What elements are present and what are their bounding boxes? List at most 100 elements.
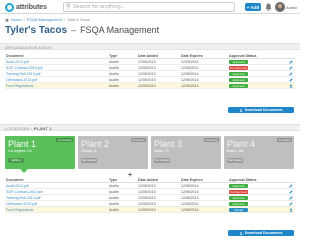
status-badge: Approved: [229, 196, 248, 200]
plant-card-edit-button[interactable]: Not Viewed: [154, 158, 170, 163]
table-row[interactable]: Food Regulations Audits 12/05/2013 12/05/20…: [5, 83, 295, 89]
edit-icon[interactable]: [289, 184, 293, 188]
avatar[interactable]: [275, 2, 285, 12]
logo-text: attributes: [16, 4, 47, 11]
page-title-main: Tyler's Tacos: [5, 25, 68, 36]
upload-icon[interactable]: [289, 84, 293, 89]
document-cell[interactable]: SOP-Contract-2013.pdf: [6, 66, 43, 70]
date-expires-cell: 12/05/2014: [181, 184, 199, 189]
bell-icon[interactable]: [265, 3, 272, 11]
column-header-type[interactable]: Type: [109, 54, 117, 58]
column-header-date-added[interactable]: Date Added: [138, 54, 158, 58]
search-input[interactable]: [73, 3, 233, 11]
plant-card-name: Plant 1: [8, 139, 37, 149]
date-added-cell: 12/05/2013: [138, 78, 156, 83]
home-icon[interactable]: [5, 17, 9, 22]
edit-icon[interactable]: [289, 78, 293, 82]
page: attributes ⚲ + Add Admin Home / FSQA Man…: [0, 0, 300, 242]
search-icon: ⚲: [66, 4, 71, 10]
column-header-approval-status[interactable]: Approval Status: [229, 178, 257, 182]
document-cell[interactable]: Audit-2013.pdf: [6, 184, 29, 188]
date-expires-cell: 12/05/2014: [181, 202, 199, 207]
plant-card-2[interactable]: Plant 2 5 pending Chicago, IL Not Viewed: [78, 136, 148, 169]
locations-header: LOCATIONS › PLANT 1: [0, 124, 300, 131]
selected-card-pointer: [20, 169, 28, 173]
date-expires-cell: 12/05/2014: [181, 208, 199, 213]
organization-docs-table: Document Type Date Added Date Expires Ap…: [5, 53, 295, 89]
edit-icon[interactable]: [289, 190, 293, 194]
type-cell: Audits: [109, 184, 119, 189]
download-documents-button[interactable]: ⇩ Download Documents: [228, 230, 294, 236]
plant-card-name: Plant 3: [154, 139, 183, 149]
type-cell: Audits: [109, 78, 119, 83]
plant-card-1[interactable]: Plant 1 12 pending Los Angeles, CA Editi…: [5, 136, 75, 169]
date-expires-cell: 12/05/2014: [181, 78, 199, 83]
column-header-approval-status[interactable]: Approval Status: [229, 54, 257, 58]
date-expires-cell: 12/05/2014: [181, 84, 199, 89]
document-cell[interactable]: LWHazard-2013.pdf: [6, 78, 37, 82]
breadcrumb-fsqa[interactable]: FSQA Management: [27, 17, 62, 22]
type-cell: Audits: [109, 72, 119, 77]
column-header-date-added[interactable]: Date Added: [138, 178, 158, 182]
download-icon: ⇩: [239, 107, 243, 113]
breadcrumb-separator: /: [23, 17, 25, 22]
user-name[interactable]: Admin: [286, 5, 297, 10]
plant-card-3[interactable]: Plant 3 8 pending Dallas, TX Not Viewed: [151, 136, 221, 169]
breadcrumb: Home / FSQA Management / Tyler's Tacos: [5, 17, 90, 22]
date-expires-cell: 12/05/2014: [181, 196, 199, 201]
status-badge: Upload: [229, 208, 248, 212]
table-body: Audit-2013.pdf Audits 12/05/2013 12/05/2014…: [5, 183, 295, 213]
plant-card-subtitle: Boston, MA: [227, 149, 244, 153]
column-header-document[interactable]: Document: [6, 178, 24, 182]
edit-icon[interactable]: [289, 60, 293, 64]
plant-card-name: Plant 4: [227, 139, 256, 149]
document-cell[interactable]: Audit-2013.pdf: [6, 60, 29, 64]
edit-icon[interactable]: [289, 66, 293, 70]
type-cell: Audits: [109, 208, 119, 213]
plant-docs-table: Document Type Date Added Date Expires Ap…: [5, 177, 295, 213]
document-cell[interactable]: Food Regulations: [6, 208, 33, 212]
breadcrumb-home[interactable]: Home: [11, 17, 22, 22]
document-cell[interactable]: Food Regulations: [6, 84, 33, 88]
plant-card-4[interactable]: Plant 4 4 pending Boston, MA Not Viewed: [224, 136, 294, 169]
organization-docs-header: ORGANIZATION DOCS: [0, 43, 300, 50]
date-added-cell: 12/05/2013: [138, 66, 156, 71]
status-badge: Not Approved: [229, 190, 248, 194]
document-cell[interactable]: LWHazard-2013.pdf: [6, 202, 37, 206]
date-expires-cell: 12/05/2014: [181, 66, 199, 71]
date-expires-cell: 12/05/2014: [181, 72, 199, 77]
add-button[interactable]: + Add: [245, 3, 261, 11]
download-documents-label: Download Documents: [244, 108, 283, 112]
date-expires-cell: 12/05/2014: [181, 190, 199, 195]
edit-icon[interactable]: [289, 202, 293, 206]
document-cell[interactable]: Training-Roll-2013.pdf: [6, 196, 41, 200]
plant-card-edit-button[interactable]: Not Viewed: [81, 158, 97, 163]
column-header-date-expires[interactable]: Date Expires: [181, 54, 203, 58]
table-row[interactable]: Food Regulations Audits 12/05/2013 12/05/20…: [5, 207, 295, 213]
section-label: ORGANIZATION DOCS: [5, 45, 52, 50]
column-header-document[interactable]: Document: [6, 54, 24, 58]
document-cell[interactable]: SOP-Contract-2013.pdf: [6, 190, 43, 194]
type-cell: Audits: [109, 84, 119, 89]
page-title-subtitle: FSQA Management: [80, 25, 160, 35]
edit-icon[interactable]: [289, 72, 293, 76]
date-added-cell: 12/05/2013: [138, 60, 156, 65]
status-badge: Approved: [229, 202, 248, 206]
status-badge: Approved: [229, 60, 248, 64]
logo[interactable]: attributes: [5, 3, 47, 12]
plant-card-edit-button[interactable]: Editing: [8, 158, 24, 163]
column-header-type[interactable]: Type: [109, 178, 117, 182]
upload-icon[interactable]: [289, 208, 293, 213]
status-badge: Approved: [229, 72, 248, 76]
edit-icon[interactable]: [289, 196, 293, 200]
plant-card-name: Plant 2: [81, 139, 110, 149]
document-cell[interactable]: Training-Roll-2013.pdf: [6, 72, 41, 76]
plant-card-count: 12 pending: [56, 138, 73, 142]
download-documents-label: Download Documents: [244, 231, 283, 235]
download-documents-button[interactable]: ⇩ Download Documents: [228, 107, 294, 113]
plant-card-edit-button[interactable]: Not Viewed: [227, 158, 243, 163]
column-header-date-expires[interactable]: Date Expires: [181, 178, 203, 182]
status-badge: Not Approved: [229, 66, 248, 70]
type-cell: Audits: [109, 60, 119, 65]
status-badge: Approved: [229, 78, 248, 82]
